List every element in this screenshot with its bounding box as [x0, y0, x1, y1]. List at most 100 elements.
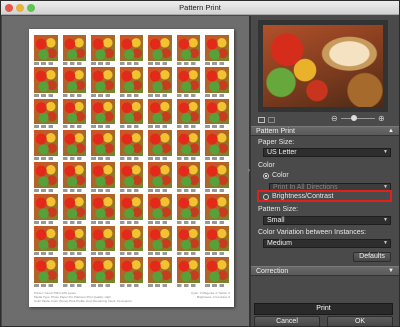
- thumbnail-caption: [62, 93, 87, 97]
- thumbnail-caption: [34, 61, 58, 65]
- thumbnail-caption: [91, 61, 115, 65]
- thumbnail-caption: [34, 125, 58, 129]
- thumbnail-image: [119, 225, 144, 252]
- thumbnail-image: [176, 162, 201, 188]
- thumbnail-image: [148, 257, 172, 283]
- correction-header[interactable]: Correction ▼: [251, 266, 399, 276]
- thumbnail-caption: [205, 252, 229, 256]
- thumbnail-caption: [119, 157, 144, 160]
- pattern-thumbnail: [205, 257, 229, 287]
- cancel-button[interactable]: Cancel: [254, 316, 320, 327]
- thumbnail-image: [91, 98, 115, 125]
- pattern-thumbnail: [148, 35, 172, 65]
- pattern-thumbnail: [62, 35, 87, 65]
- thumbnail-image: [148, 35, 172, 61]
- thumbnail-caption: [176, 125, 201, 129]
- thumbnail-image: [91, 162, 115, 188]
- thumbnail-caption: [34, 157, 58, 160]
- chevron-down-icon: ▼: [383, 217, 388, 223]
- minimize-window-icon[interactable]: [16, 4, 24, 12]
- correction-title: Correction: [256, 268, 289, 275]
- pattern-thumbnail: [119, 130, 144, 160]
- pattern-thumbnail: [34, 98, 58, 129]
- color-variation-select[interactable]: Medium ▼: [263, 239, 391, 248]
- thumbnail-caption: [205, 220, 229, 224]
- thumbnail-caption: [34, 188, 58, 192]
- thumbnail-caption: [148, 284, 172, 287]
- color-radio[interactable]: [263, 173, 269, 179]
- zoom-window-icon[interactable]: [27, 4, 35, 12]
- pattern-thumbnail: [176, 98, 201, 129]
- thumbnail-caption: [119, 93, 144, 97]
- pattern-thumbnail: [62, 225, 87, 256]
- thumbnail-image: [176, 225, 201, 252]
- pattern-thumbnail: [34, 193, 58, 224]
- pattern-thumbnail: [205, 66, 229, 97]
- thumbnail-image: [91, 35, 115, 61]
- thumbnail-caption: [91, 93, 115, 97]
- pattern-thumbnail: [91, 193, 115, 224]
- preview-photo: [263, 25, 383, 107]
- pattern-thumbnail: [34, 66, 58, 97]
- thumbnail-caption: [176, 188, 201, 192]
- chevron-down-icon[interactable]: ▼: [388, 267, 394, 276]
- color-label: Color: [258, 162, 275, 169]
- zoom-in-icon[interactable]: ⊕: [378, 114, 385, 123]
- chevron-up-icon[interactable]: ▲: [388, 127, 394, 136]
- thumbnail-image: [34, 66, 58, 93]
- compare-view-icon[interactable]: [268, 117, 275, 123]
- note-line: Color Mode: Color (None) Print Profile: …: [34, 299, 132, 303]
- thumbnail-caption: [205, 284, 229, 287]
- zoom-slider-track[interactable]: [341, 118, 375, 119]
- thumbnail-image: [34, 162, 58, 188]
- thumbnail-caption: [119, 61, 144, 65]
- thumbnail-image: [62, 225, 87, 252]
- thumbnail-image: [91, 66, 115, 93]
- pattern-grid: [34, 35, 229, 287]
- pattern-thumbnail: [119, 35, 144, 65]
- thumbnail-caption: [176, 93, 201, 97]
- color-variation-label: Color Variation between Instances:: [258, 229, 367, 236]
- pattern-thumbnail: [176, 162, 201, 192]
- thumbnail-caption: [148, 125, 172, 129]
- zoom-slider-knob[interactable]: [351, 115, 357, 121]
- pattern-thumbnail: [34, 130, 58, 160]
- thumbnail-image: [62, 130, 87, 156]
- thumbnail-caption: [34, 93, 58, 97]
- pattern-thumbnail: [176, 257, 201, 287]
- pattern-thumbnail: [34, 35, 58, 65]
- pattern-thumbnail: [119, 162, 144, 192]
- thumbnail-image: [205, 162, 229, 188]
- thumbnail-image: [62, 257, 87, 283]
- pattern-thumbnail: [205, 193, 229, 224]
- paper-size-select[interactable]: US Letter ▼: [263, 148, 391, 157]
- thumbnail-image: [176, 35, 201, 61]
- zoom-out-icon[interactable]: ⊖: [331, 114, 338, 123]
- thumbnail-caption: [119, 220, 144, 224]
- pattern-thumbnail: [119, 98, 144, 129]
- single-view-icon[interactable]: [258, 117, 265, 123]
- ok-button[interactable]: OK: [327, 316, 393, 327]
- thumbnail-image: [34, 193, 58, 220]
- thumbnail-caption: [176, 220, 201, 224]
- chevron-down-icon: ▼: [383, 240, 388, 246]
- thumbnail-image: [205, 257, 229, 283]
- zoom-control[interactable]: ⊖ ⊕: [329, 114, 389, 124]
- pattern-size-select[interactable]: Small ▼: [263, 216, 391, 225]
- thumbnail-image: [62, 35, 87, 61]
- thumbnail-caption: [119, 188, 144, 192]
- thumbnail-image: [148, 193, 172, 220]
- defaults-button[interactable]: Defaults: [353, 252, 391, 262]
- pattern-thumbnail: [119, 193, 144, 224]
- thumbnail-image: [91, 225, 115, 252]
- pattern-thumbnail: [148, 193, 172, 224]
- thumbnail-caption: [91, 157, 115, 160]
- pattern-print-header[interactable]: Pattern Print ▲: [251, 126, 399, 136]
- pattern-thumbnail: [148, 130, 172, 160]
- thumbnail-image: [148, 162, 172, 188]
- close-window-icon[interactable]: [5, 4, 13, 12]
- pattern-thumbnail: [205, 98, 229, 129]
- thumbnail-caption: [205, 188, 229, 192]
- print-button[interactable]: Print: [254, 303, 393, 315]
- pattern-thumbnail: [34, 225, 58, 256]
